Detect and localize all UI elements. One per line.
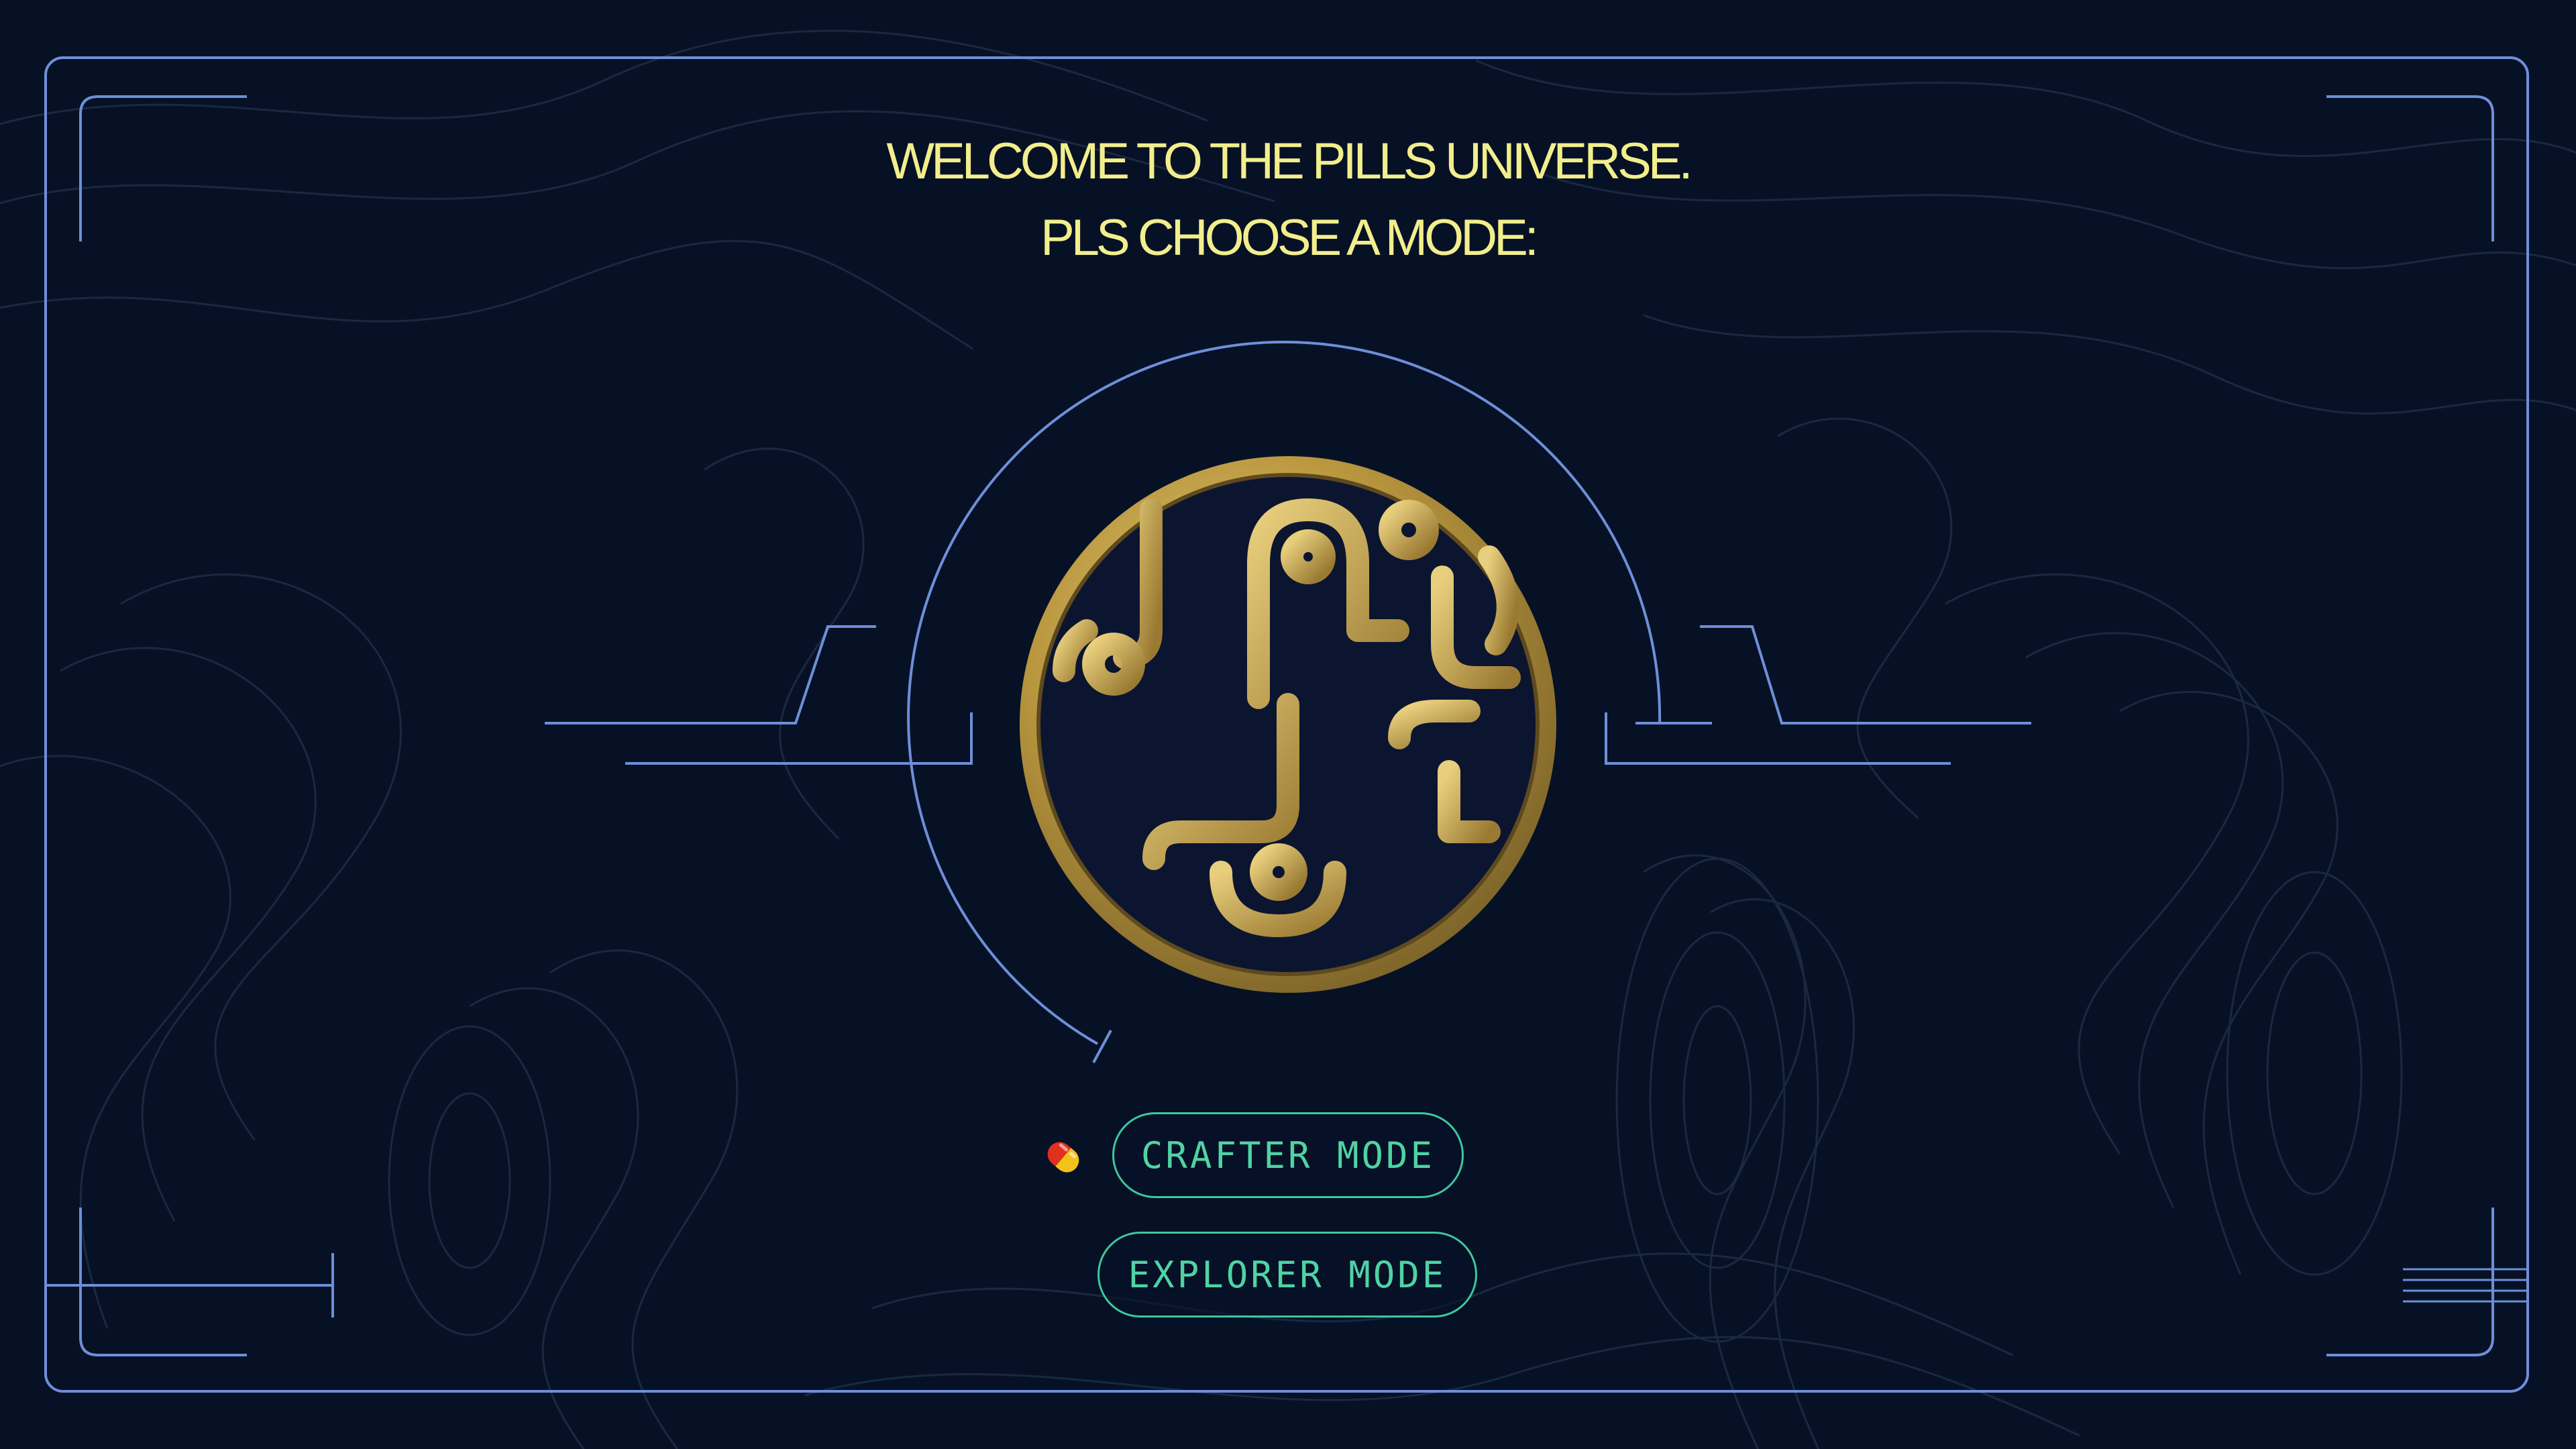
choose-mode-subheading: PLS CHOOSE A MODE: bbox=[1040, 209, 1539, 266]
welcome-heading: WELCOME TO THE PILLS UNIVERSE. bbox=[886, 133, 1693, 190]
right-connector bbox=[1700, 625, 2031, 724]
crafter-mode-button[interactable]: CRAFTER MODE bbox=[1112, 1112, 1464, 1198]
welcome-screen: WELCOME TO THE PILLS UNIVERSE. PLS CHOOS… bbox=[0, 0, 2576, 1449]
corner-bracket-bottom-left bbox=[79, 1208, 247, 1356]
corner-bracket-bottom-right bbox=[2326, 1208, 2494, 1356]
left-connector bbox=[545, 625, 876, 724]
pill-capsule-icon bbox=[1047, 1142, 1079, 1173]
explorer-mode-button[interactable]: EXPLORER MODE bbox=[1097, 1232, 1477, 1318]
gold-circuit-emblem-icon bbox=[1020, 456, 1556, 993]
